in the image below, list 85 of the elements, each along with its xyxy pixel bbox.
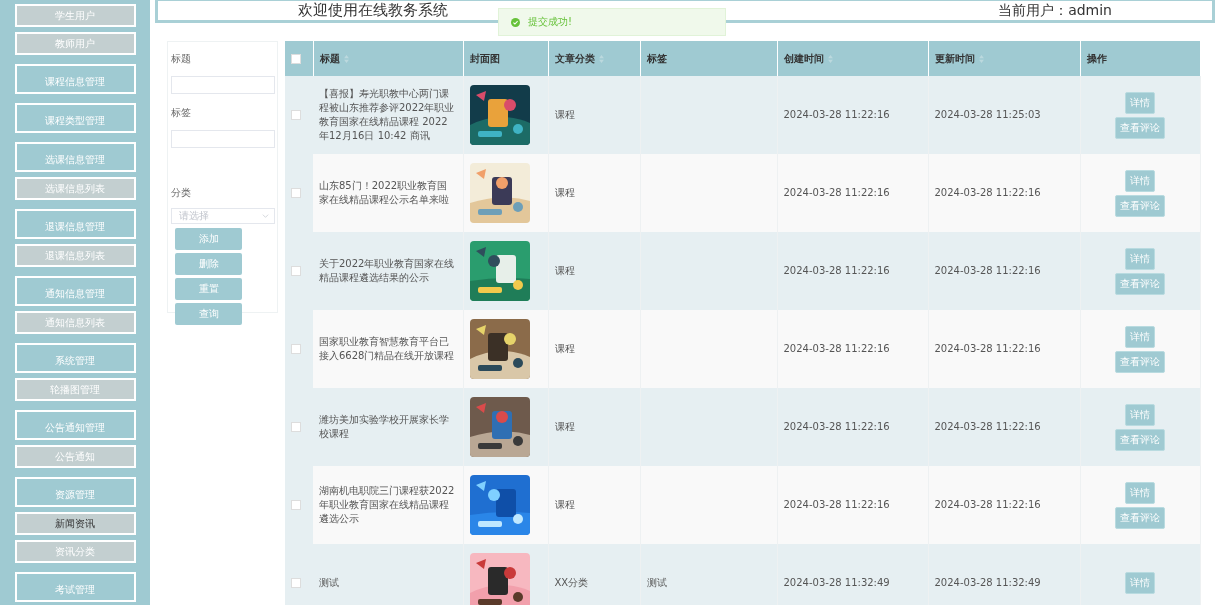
sidebar-item[interactable]: 课程信息管理 — [14, 64, 136, 94]
table-cell-text: 课程 — [554, 498, 576, 512]
sort-icon[interactable] — [827, 54, 833, 63]
field-label: 分类 — [171, 186, 192, 200]
sidebar-item[interactable]: 通知信息管理 — [14, 276, 136, 306]
table-cell-text: 国家职业教育智慧教育平台已接入6628门精品在线开放课程 — [319, 335, 456, 363]
sort-icon[interactable] — [343, 54, 349, 63]
field-label: 标题 — [171, 52, 192, 66]
table-cell-text: 课程 — [554, 186, 576, 200]
table-cell-text: 测试 — [646, 576, 668, 590]
table-cell-text: 2024-03-28 11:22:16 — [934, 264, 1042, 278]
sidebar-item[interactable]: 课程类型管理 — [14, 103, 136, 133]
sort-icon[interactable] — [598, 54, 604, 63]
row-checkbox[interactable] — [291, 266, 301, 276]
toast-message: 提交成功! — [528, 15, 572, 29]
table-cell-text: 课程 — [554, 342, 576, 356]
action-button[interactable]: 查看评论 — [1115, 272, 1165, 295]
action-button[interactable]: 查看评论 — [1115, 194, 1165, 217]
field-label: 标签 — [171, 106, 192, 120]
table-cell-text: 课程 — [554, 420, 576, 434]
table-cell-text: 2024-03-28 11:22:16 — [783, 498, 891, 512]
action-button[interactable]: 详情 — [1125, 403, 1155, 426]
sidebar-item[interactable]: 选课信息管理 — [14, 142, 136, 172]
action-button[interactable]: 查看评论 — [1115, 116, 1165, 139]
action-button[interactable]: 详情 — [1125, 247, 1155, 270]
table-cell-text: 2024-03-28 11:22:16 — [934, 186, 1042, 200]
sidebar-item[interactable]: 公告通知管理 — [14, 410, 136, 440]
input-field[interactable] — [171, 130, 275, 148]
table-cell-text: 2024-03-28 11:22:16 — [783, 264, 891, 278]
table-cell-text: 2024-03-28 11:25:03 — [934, 108, 1042, 122]
action-button[interactable]: 详情 — [1125, 572, 1155, 594]
success-icon — [511, 17, 520, 27]
table-cell-text: 湖南机电职院三门课程获2022年职业教育国家在线精品课程遴选公示 — [319, 484, 456, 526]
row-checkbox[interactable] — [291, 110, 301, 120]
action-button[interactable]: 详情 — [1125, 169, 1155, 192]
action-button[interactable]: 查看评论 — [1115, 506, 1165, 529]
filter-button[interactable]: 删除 — [175, 253, 242, 275]
table-cell-text: 2024-03-28 11:32:49 — [783, 576, 891, 590]
select-all-checkbox[interactable] — [291, 53, 301, 64]
row-checkbox[interactable] — [291, 500, 301, 510]
column-header[interactable]: 文章分类 — [554, 51, 595, 66]
table-cell-text: 关于2022年职业教育国家在线精品课程遴选结果的公示 — [319, 257, 456, 285]
row-checkbox[interactable] — [291, 344, 301, 354]
column-header[interactable]: 操作 — [1086, 51, 1107, 66]
sidebar-item[interactable]: 退课信息管理 — [14, 209, 136, 239]
row-checkbox[interactable] — [291, 188, 301, 198]
filter-button[interactable]: 重置 — [175, 278, 242, 300]
action-button[interactable]: 详情 — [1125, 91, 1155, 114]
row-checkbox[interactable] — [291, 422, 301, 432]
table-cell-text: 课程 — [554, 264, 576, 278]
sidebar-item[interactable]: 新闻资讯 — [14, 512, 136, 535]
table-cell-text: 2024-03-28 11:22:16 — [934, 420, 1042, 434]
column-header[interactable]: 标题 — [319, 51, 340, 66]
current-user: 当前用户：admin — [998, 1, 1112, 20]
table-cell-text: 【喜报】寿光职教中心两门课程被山东推荐参评2022年职业教育国家在线精品课程 2022年12月16日 10:42 商讯 — [319, 87, 456, 143]
column-header[interactable]: 封面图 — [469, 51, 500, 66]
table-cell-text: 2024-03-28 11:22:16 — [783, 342, 891, 356]
page-title: 欢迎使用在线教务系统 — [298, 1, 448, 20]
table-cell-text: 2024-03-28 11:22:16 — [934, 342, 1042, 356]
sort-icon[interactable] — [978, 54, 984, 63]
filter-button[interactable]: 添加 — [175, 228, 242, 250]
table-cell-text: 潍坊美加实验学校开展家长学校课程 — [319, 413, 450, 441]
column-header[interactable]: 创建时间 — [783, 51, 824, 66]
filter-button[interactable]: 查询 — [175, 303, 242, 325]
column-header[interactable]: 更新时间 — [934, 51, 975, 66]
table-cell-text: 2024-03-28 11:22:16 — [783, 420, 891, 434]
table-cell-text: XX分类 — [554, 576, 590, 590]
action-button[interactable]: 详情 — [1125, 481, 1155, 504]
row-checkbox[interactable] — [291, 578, 301, 588]
table-cell-text: 测试 — [319, 576, 340, 590]
column-header[interactable]: 标签 — [646, 51, 667, 66]
table-cell-text: 2024-03-28 11:22:16 — [783, 108, 891, 122]
sidebar-item[interactable]: 系统管理 — [14, 343, 136, 373]
table-cell-text: 山东85门！2022职业教育国家在线精品课程公示名单来啦 — [319, 179, 450, 207]
table-cell-text: 2024-03-28 11:32:49 — [934, 576, 1042, 590]
sidebar-item[interactable]: 考试管理 — [14, 572, 136, 602]
table-cell-text: 课程 — [554, 108, 576, 122]
chevron-down-icon — [262, 214, 269, 218]
table-cell-text: 2024-03-28 11:22:16 — [783, 186, 891, 200]
sidebar-item[interactable]: 资源管理 — [14, 477, 136, 507]
action-button[interactable]: 查看评论 — [1115, 350, 1165, 373]
input-field[interactable] — [171, 76, 275, 94]
action-button[interactable]: 详情 — [1125, 325, 1155, 348]
table-cell-text: 2024-03-28 11:22:16 — [934, 498, 1042, 512]
action-button[interactable]: 查看评论 — [1115, 428, 1165, 451]
